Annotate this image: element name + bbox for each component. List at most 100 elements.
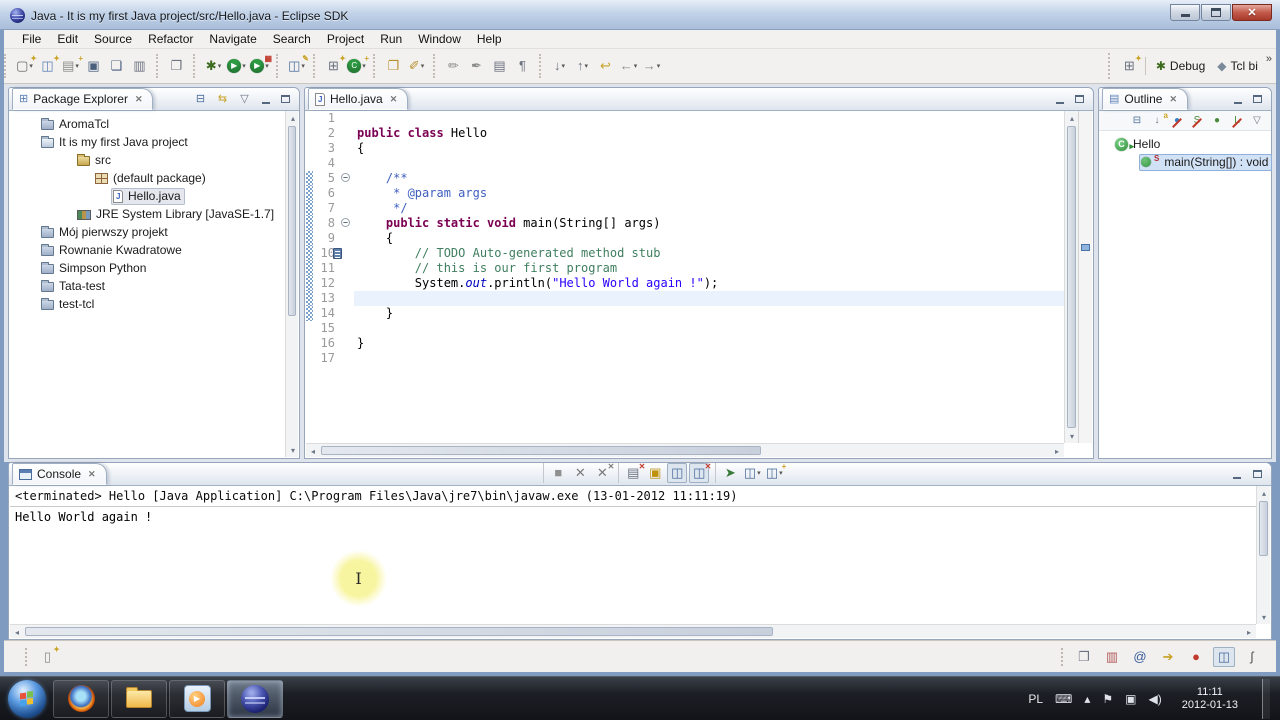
console-view-button[interactable]: ◫ [1213,646,1235,667]
debug-button[interactable]: ✱ ▾ [203,55,224,77]
taskbar-app-eclipse[interactable] [227,679,283,718]
dropdown-arrow-icon[interactable]: ▾ [29,62,33,70]
toggle-mark-occurrences-button[interactable]: ✏ [443,55,464,77]
toolbar-overflow-chevron[interactable]: » [1266,53,1272,65]
action-center-icon[interactable]: ⚑ [1102,692,1113,706]
taskbar-app-media-player[interactable] [169,679,225,718]
open-console-button[interactable]: ◫ + ▾ [764,462,786,483]
fast-view-button[interactable]: ❐ [1073,647,1095,667]
error-log-button[interactable]: ● [1185,647,1207,667]
new-java-project-button[interactable]: ⊞ ✦ [323,54,346,77]
print-button[interactable]: ▥ [129,55,150,77]
dropdown-arrow-icon[interactable]: ▾ [584,62,588,70]
code-line[interactable]: 11 // this is our first program [306,261,1064,276]
remove-launch-button[interactable]: ✕ [570,463,590,483]
outline-item[interactable]: Smain(String[]) : void [1099,153,1273,171]
search-button[interactable]: ✐ ▾ [406,55,427,77]
code-line[interactable]: 17 [306,351,1064,366]
menu-file[interactable]: File [14,30,49,48]
code-line[interactable]: 1 [306,111,1064,126]
new-shortcut-button[interactable]: ▯ ✦ [37,645,60,668]
show-hidden-icons-icon[interactable]: ▴ [1084,692,1090,706]
close-icon[interactable]: ✕ [88,469,96,480]
dropdown-arrow-icon[interactable]: ▾ [301,62,305,70]
view-menu-button[interactable]: ▽ [1248,112,1266,130]
window-minimize-button[interactable] [1170,4,1200,21]
menu-project[interactable]: Project [319,30,372,48]
view-menu-button[interactable]: ▽ [236,91,253,107]
cheat-sheet-button[interactable]: ▥ [1101,647,1123,667]
collapse-all-button[interactable]: ⊟ [1128,112,1146,130]
new-java-class-button[interactable]: C + ▾ [346,54,369,77]
show-stderr-when-changed-button[interactable]: ◫ ✕ [689,462,711,483]
fold-collapse-icon[interactable]: − [341,173,350,182]
editor-horizontal-scrollbar[interactable]: ◂ ▸ [306,443,1064,457]
tree-item[interactable]: Mój pierwszy projekt [9,223,299,241]
code-line[interactable]: 6 * @param args [306,186,1064,201]
tree-item[interactable]: (default package) [9,169,299,187]
editor-vertical-scrollbar[interactable]: ▴ ▾ [1064,111,1078,443]
code-line[interactable]: 4 [306,156,1064,171]
code-line[interactable]: 5− /** [306,171,1064,186]
close-icon[interactable]: ✕ [135,94,143,105]
minimize-view-button[interactable] [1051,91,1068,107]
code-line[interactable]: 12 System.out.println("Hello World again… [306,276,1064,291]
hide-static-members-button[interactable]: S [1188,112,1206,130]
tree-item[interactable]: Simpson Python [9,259,299,277]
sort-button[interactable]: ↓ a [1148,111,1169,130]
occurrence-marker[interactable] [1081,243,1090,251]
remove-all-terminated-button[interactable]: ✕ ✕ [592,462,614,483]
tree-item[interactable]: JRE System Library [JavaSE-1.7] [9,205,299,223]
dropdown-arrow-icon[interactable]: ▾ [242,62,246,70]
hide-non-public-members-button[interactable]: ● [1208,112,1226,130]
open-java-element-button[interactable]: ◫ ✎ ▾ [286,54,309,77]
code-line[interactable]: 10 // TODO Auto-generated method stub [306,246,1064,261]
tree-item[interactable]: test-tcl [9,295,299,313]
new-wizard-button[interactable]: ▢ ✦ ▾ [14,54,37,77]
dropdown-arrow-icon[interactable]: ▾ [757,469,761,477]
dropdown-arrow-icon[interactable]: ▾ [421,62,425,70]
back-history-button[interactable]: ← ▾ [618,55,639,77]
last-edit-location-button[interactable]: ↩ [595,55,616,77]
tcl-perspective-button[interactable]: ◆ Tcl bi [1211,57,1264,75]
taskbar-clock[interactable]: 11:11 2012-01-13 [1174,686,1246,712]
window-titlebar[interactable]: Java - It is my first Java project/src/H… [0,0,1280,30]
menu-edit[interactable]: Edit [49,30,86,48]
debug-perspective-button[interactable]: ✱ Debug [1150,57,1211,75]
open-perspective-button[interactable]: ⊞ ✦ [1119,54,1142,77]
maximize-view-button[interactable] [1249,91,1266,107]
code-line[interactable]: 13 [306,291,1064,306]
network-icon[interactable]: ▣ [1125,692,1136,706]
window-close-button[interactable]: ✕ [1232,4,1272,21]
code-line[interactable]: 2 public class Hello [306,126,1064,141]
code-editor[interactable]: 1 2 public class Hello 3{4 5− /** 6 * @param … [306,111,1064,443]
scroll-lock-button[interactable]: ▣ [645,463,665,483]
hide-fields-button[interactable]: ● [1168,112,1186,130]
collapse-all-button[interactable]: ⊟ [192,91,209,107]
close-icon[interactable]: ✕ [1169,94,1177,105]
menu-navigate[interactable]: Navigate [201,30,264,48]
code-line[interactable]: 7 */ [306,201,1064,216]
menu-search[interactable]: Search [265,30,319,48]
tab-outline[interactable]: ▤ Outline ✕ [1102,88,1188,110]
previous-annotation-button[interactable]: ↑ ▾ [572,55,593,77]
save-all-button[interactable]: ❏ [106,55,127,77]
menu-run[interactable]: Run [372,30,410,48]
next-annotation-button[interactable]: ↓ ▾ [549,55,570,77]
taskbar-app-explorer[interactable] [111,679,167,718]
show-stdout-when-changed-button[interactable]: ◫ [667,463,688,483]
code-line[interactable]: 15 [306,321,1064,336]
toggle-block-selection-button[interactable]: ✒ [466,55,487,77]
clear-console-button[interactable]: ▤ ✕ [623,462,645,483]
menu-help[interactable]: Help [469,30,510,48]
show-whitespace-button[interactable]: ¶ [512,55,533,77]
tab-hello-java[interactable]: Hello.java ✕ [308,88,409,110]
keyboard-icon[interactable]: ⌨ [1055,692,1072,706]
tab-package-explorer[interactable]: ⊞ Package Explorer ✕ [12,88,154,110]
compare-button[interactable]: ❐ [166,55,187,77]
forward-history-button[interactable]: → ▾ [641,55,662,77]
open-type-button[interactable]: ❐ [383,55,404,77]
tree-item[interactable]: src [9,151,299,169]
code-line[interactable]: 16} [306,336,1064,351]
window-maximize-button[interactable] [1201,4,1231,21]
